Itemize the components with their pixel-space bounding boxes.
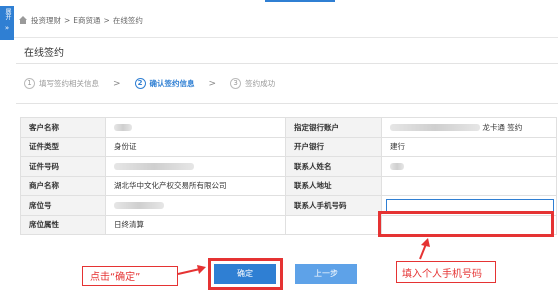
redacted-value bbox=[114, 163, 194, 171]
breadcrumb-item: 在线签约 bbox=[112, 16, 143, 25]
value-id-type: 身份证 bbox=[105, 136, 286, 157]
label-contact-address: 联系人地址 bbox=[285, 175, 382, 196]
step-label: 填写签约相关信息 bbox=[39, 79, 99, 88]
arrow-up-icon bbox=[419, 238, 430, 260]
table-row: 证件号码 联系人姓名 bbox=[20, 156, 557, 177]
step-number: 1 bbox=[24, 78, 35, 89]
table-row: 证件类型 身份证 开户银行 建行 bbox=[20, 136, 557, 157]
value-customer-name bbox=[105, 117, 286, 138]
value-seat-type: 日终清算 bbox=[105, 214, 286, 235]
divider bbox=[16, 63, 558, 64]
value-merchant-name: 湖北华中文化产权交易所有限公司 bbox=[105, 175, 286, 196]
contact-phone-input[interactable] bbox=[386, 198, 554, 212]
breadcrumb-item[interactable]: E商贸通 bbox=[73, 15, 100, 26]
step-number: 2 bbox=[134, 78, 146, 89]
label-seat-number: 席位号 bbox=[20, 195, 106, 216]
step-number: 3 bbox=[230, 78, 242, 89]
redacted-value bbox=[390, 163, 404, 171]
divider bbox=[16, 103, 558, 104]
step-1: 1 填写签约相关信息 bbox=[24, 78, 99, 89]
value-contact-name bbox=[381, 156, 557, 177]
breadcrumb-separator: > bbox=[103, 16, 110, 25]
home-icon[interactable] bbox=[18, 16, 28, 25]
redacted-value bbox=[114, 202, 164, 210]
highlight-confirm-button bbox=[208, 258, 283, 290]
table-row: 商户名称 湖北华中文化产权交易所有限公司 联系人地址 bbox=[20, 175, 557, 196]
step-2: 2 确认签约信息 bbox=[134, 78, 195, 89]
label-seat-type: 席位属性 bbox=[20, 214, 106, 235]
expand-label: 展开 bbox=[4, 8, 11, 20]
breadcrumb: 投资理财 > E商贸通 > 在线签约 bbox=[18, 15, 143, 26]
label-bank: 开户银行 bbox=[285, 136, 382, 157]
value-bank: 建行 bbox=[381, 136, 557, 157]
redacted-value bbox=[114, 124, 132, 132]
redacted-value bbox=[390, 124, 480, 132]
top-accent-line bbox=[265, 0, 335, 2]
step-label: 签约成功 bbox=[245, 79, 276, 88]
sidebar-expand-tab[interactable]: 展开 » bbox=[0, 6, 14, 40]
step-indicator: 1 填写签约相关信息 > 2 确认签约信息 > 3 签约成功 bbox=[24, 78, 275, 89]
label-customer-name: 客户名称 bbox=[20, 117, 106, 138]
page-title: 在线签约 bbox=[24, 48, 64, 59]
step-arrow-icon: > bbox=[113, 78, 121, 89]
highlight-phone-input bbox=[378, 211, 554, 237]
label-contact-name: 联系人姓名 bbox=[285, 156, 382, 177]
label-id-number: 证件号码 bbox=[20, 156, 106, 177]
value-contact-address bbox=[381, 175, 557, 196]
table-row: 客户名称 指定银行账户 龙卡通 签约 bbox=[20, 117, 557, 138]
value-seat-number bbox=[105, 195, 286, 216]
step-label: 确认签约信息 bbox=[149, 79, 195, 88]
breadcrumb-separator: > bbox=[64, 16, 71, 25]
label-contact-phone: 联系人手机号码 bbox=[285, 195, 382, 216]
value-id-number bbox=[105, 156, 286, 177]
annotation-fill-phone: 填入个人手机号码 bbox=[402, 269, 482, 280]
empty-cell bbox=[285, 214, 382, 235]
label-bank-account: 指定银行账户 bbox=[285, 117, 382, 138]
breadcrumb-item[interactable]: 投资理财 bbox=[31, 15, 61, 26]
arrow-right-icon bbox=[177, 265, 206, 275]
annotation-click-confirm: 点击“确定” bbox=[90, 272, 141, 283]
value-bank-account: 龙卡通 签约 bbox=[381, 117, 557, 138]
label-merchant-name: 商户名称 bbox=[20, 175, 106, 196]
top-bar: 投资理财 > E商贸通 > 在线签约 bbox=[0, 0, 558, 38]
double-chevron-right-icon: » bbox=[4, 24, 10, 32]
step-arrow-icon: > bbox=[208, 78, 217, 89]
bank-account-suffix: 龙卡通 签约 bbox=[482, 122, 523, 132]
step-3: 3 签约成功 bbox=[230, 78, 275, 89]
previous-step-button[interactable]: 上一步 bbox=[295, 264, 357, 284]
label-id-type: 证件类型 bbox=[20, 136, 106, 157]
